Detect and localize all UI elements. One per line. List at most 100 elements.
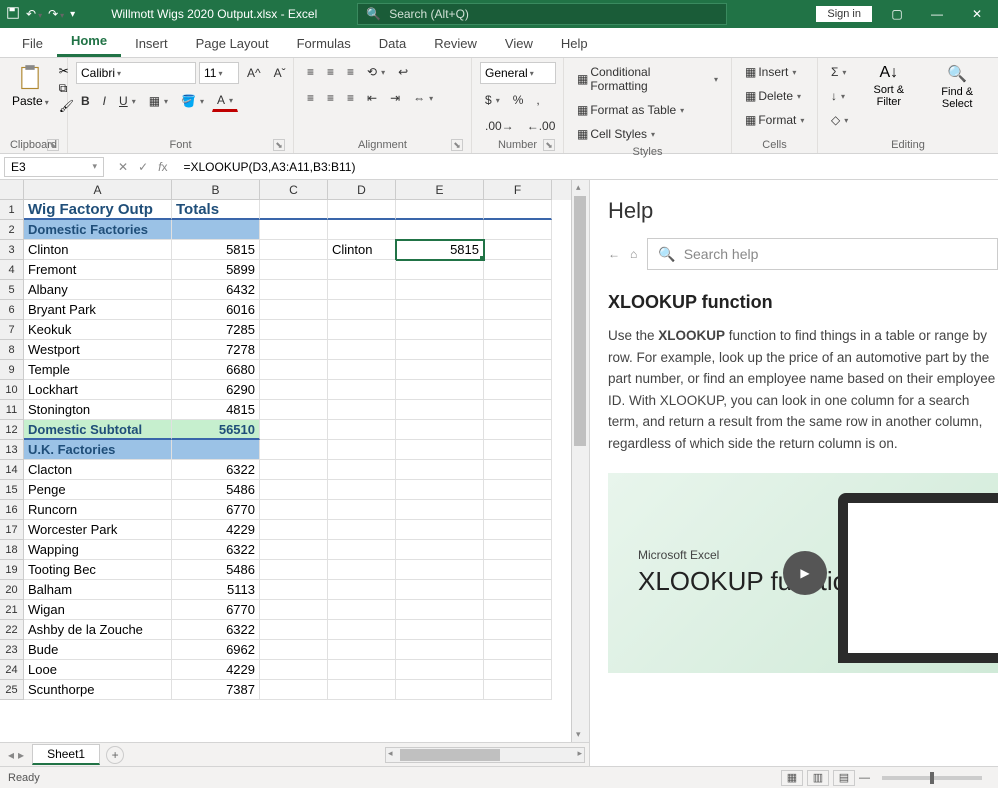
row-header[interactable]: 3: [0, 240, 24, 260]
cell[interactable]: 5815: [396, 240, 484, 260]
cell[interactable]: 6770: [172, 600, 260, 620]
row-header[interactable]: 21: [0, 600, 24, 620]
row-header[interactable]: 17: [0, 520, 24, 540]
cell[interactable]: Keokuk: [24, 320, 172, 340]
cell[interactable]: [396, 540, 484, 560]
row-header[interactable]: 14: [0, 460, 24, 480]
cell[interactable]: 6322: [172, 540, 260, 560]
cell[interactable]: 6016: [172, 300, 260, 320]
bold-button[interactable]: B: [76, 91, 95, 111]
cell[interactable]: [396, 360, 484, 380]
cell[interactable]: [328, 420, 396, 440]
cell[interactable]: [396, 680, 484, 700]
cell[interactable]: [328, 640, 396, 660]
cell[interactable]: [484, 680, 552, 700]
align-center-icon[interactable]: ≡: [322, 88, 339, 108]
cell[interactable]: Wigan: [24, 600, 172, 620]
col-header[interactable]: C: [260, 180, 328, 200]
cell[interactable]: [260, 480, 328, 500]
cell[interactable]: [260, 660, 328, 680]
cell[interactable]: [328, 480, 396, 500]
clipboard-dialog-icon[interactable]: ⬊: [47, 139, 59, 151]
cell[interactable]: [260, 580, 328, 600]
delete-cells-button[interactable]: ▦ Delete: [740, 86, 806, 106]
cell[interactable]: [484, 320, 552, 340]
cell[interactable]: [328, 620, 396, 640]
accounting-format-icon[interactable]: $: [480, 90, 505, 110]
increase-font-icon[interactable]: A^: [242, 63, 266, 83]
font-size-select[interactable]: 11: [199, 62, 239, 84]
merge-center-icon[interactable]: ⇔: [408, 88, 438, 108]
decrease-decimal-icon[interactable]: ←.00: [522, 116, 561, 136]
cell[interactable]: [328, 560, 396, 580]
cell[interactable]: [328, 440, 396, 460]
cell[interactable]: [260, 300, 328, 320]
tab-home[interactable]: Home: [57, 27, 121, 57]
sheet-nav-prev-icon[interactable]: ◂: [8, 748, 14, 762]
cell[interactable]: Looe: [24, 660, 172, 680]
help-video-card[interactable]: Microsoft Excel XLOOKUP function ▶: [608, 473, 998, 673]
insert-cells-button[interactable]: ▦ Insert: [740, 62, 801, 82]
row-header[interactable]: 25: [0, 680, 24, 700]
cell[interactable]: [260, 260, 328, 280]
tab-view[interactable]: View: [491, 30, 547, 57]
align-left-icon[interactable]: ≡: [302, 88, 319, 108]
row-header[interactable]: 19: [0, 560, 24, 580]
tell-me-search[interactable]: 🔍 Search (Alt+Q): [357, 3, 727, 25]
clear-icon[interactable]: ◇: [826, 110, 853, 130]
fill-color-button[interactable]: 🪣: [176, 91, 209, 111]
cell[interactable]: [396, 320, 484, 340]
cell[interactable]: [484, 580, 552, 600]
col-header[interactable]: D: [328, 180, 396, 200]
cell[interactable]: Domestic Subtotal: [24, 420, 172, 440]
align-bottom-icon[interactable]: ≡: [342, 62, 359, 82]
cell[interactable]: [260, 280, 328, 300]
cell[interactable]: 7285: [172, 320, 260, 340]
cell[interactable]: 56510: [172, 420, 260, 440]
row-header[interactable]: 2: [0, 220, 24, 240]
save-icon[interactable]: [6, 6, 20, 23]
cell[interactable]: [172, 440, 260, 460]
cell[interactable]: [484, 240, 552, 260]
cell[interactable]: 6962: [172, 640, 260, 660]
fill-icon[interactable]: ↓: [826, 86, 853, 106]
format-cells-button[interactable]: ▦ Format: [740, 110, 809, 130]
row-header[interactable]: 13: [0, 440, 24, 460]
cell[interactable]: 5486: [172, 560, 260, 580]
alignment-dialog-icon[interactable]: ⬊: [451, 139, 463, 151]
cell[interactable]: 5899: [172, 260, 260, 280]
cell[interactable]: [328, 600, 396, 620]
font-dialog-icon[interactable]: ⬊: [273, 139, 285, 151]
help-back-icon[interactable]: ←: [608, 247, 620, 261]
row-header[interactable]: 5: [0, 280, 24, 300]
tab-file[interactable]: File: [8, 30, 57, 57]
cell[interactable]: [396, 300, 484, 320]
cell[interactable]: [396, 260, 484, 280]
cell[interactable]: [396, 460, 484, 480]
cell[interactable]: 5486: [172, 480, 260, 500]
cell[interactable]: Balham: [24, 580, 172, 600]
cell[interactable]: Ashby de la Zouche: [24, 620, 172, 640]
cell[interactable]: [484, 600, 552, 620]
vertical-scrollbar[interactable]: [571, 180, 589, 742]
cell[interactable]: 4229: [172, 520, 260, 540]
cell[interactable]: Albany: [24, 280, 172, 300]
help-home-icon[interactable]: ⌂: [630, 247, 637, 261]
increase-decimal-icon[interactable]: .00→: [480, 116, 519, 136]
cell-styles-button[interactable]: ▦ Cell Styles: [572, 124, 660, 144]
cell[interactable]: [260, 620, 328, 640]
cell[interactable]: 6322: [172, 460, 260, 480]
row-header[interactable]: 8: [0, 340, 24, 360]
cell[interactable]: 6680: [172, 360, 260, 380]
cell[interactable]: Clinton!: [328, 240, 396, 260]
cell[interactable]: [260, 320, 328, 340]
cell[interactable]: [484, 200, 552, 220]
cell[interactable]: Lockhart: [24, 380, 172, 400]
row-header[interactable]: 15: [0, 480, 24, 500]
conditional-formatting-button[interactable]: ▦ Conditional Formatting: [572, 62, 723, 96]
tab-data[interactable]: Data: [365, 30, 420, 57]
zoom-out-icon[interactable]: —: [859, 772, 870, 784]
cell[interactable]: [396, 600, 484, 620]
cell[interactable]: [396, 480, 484, 500]
cell[interactable]: [260, 440, 328, 460]
